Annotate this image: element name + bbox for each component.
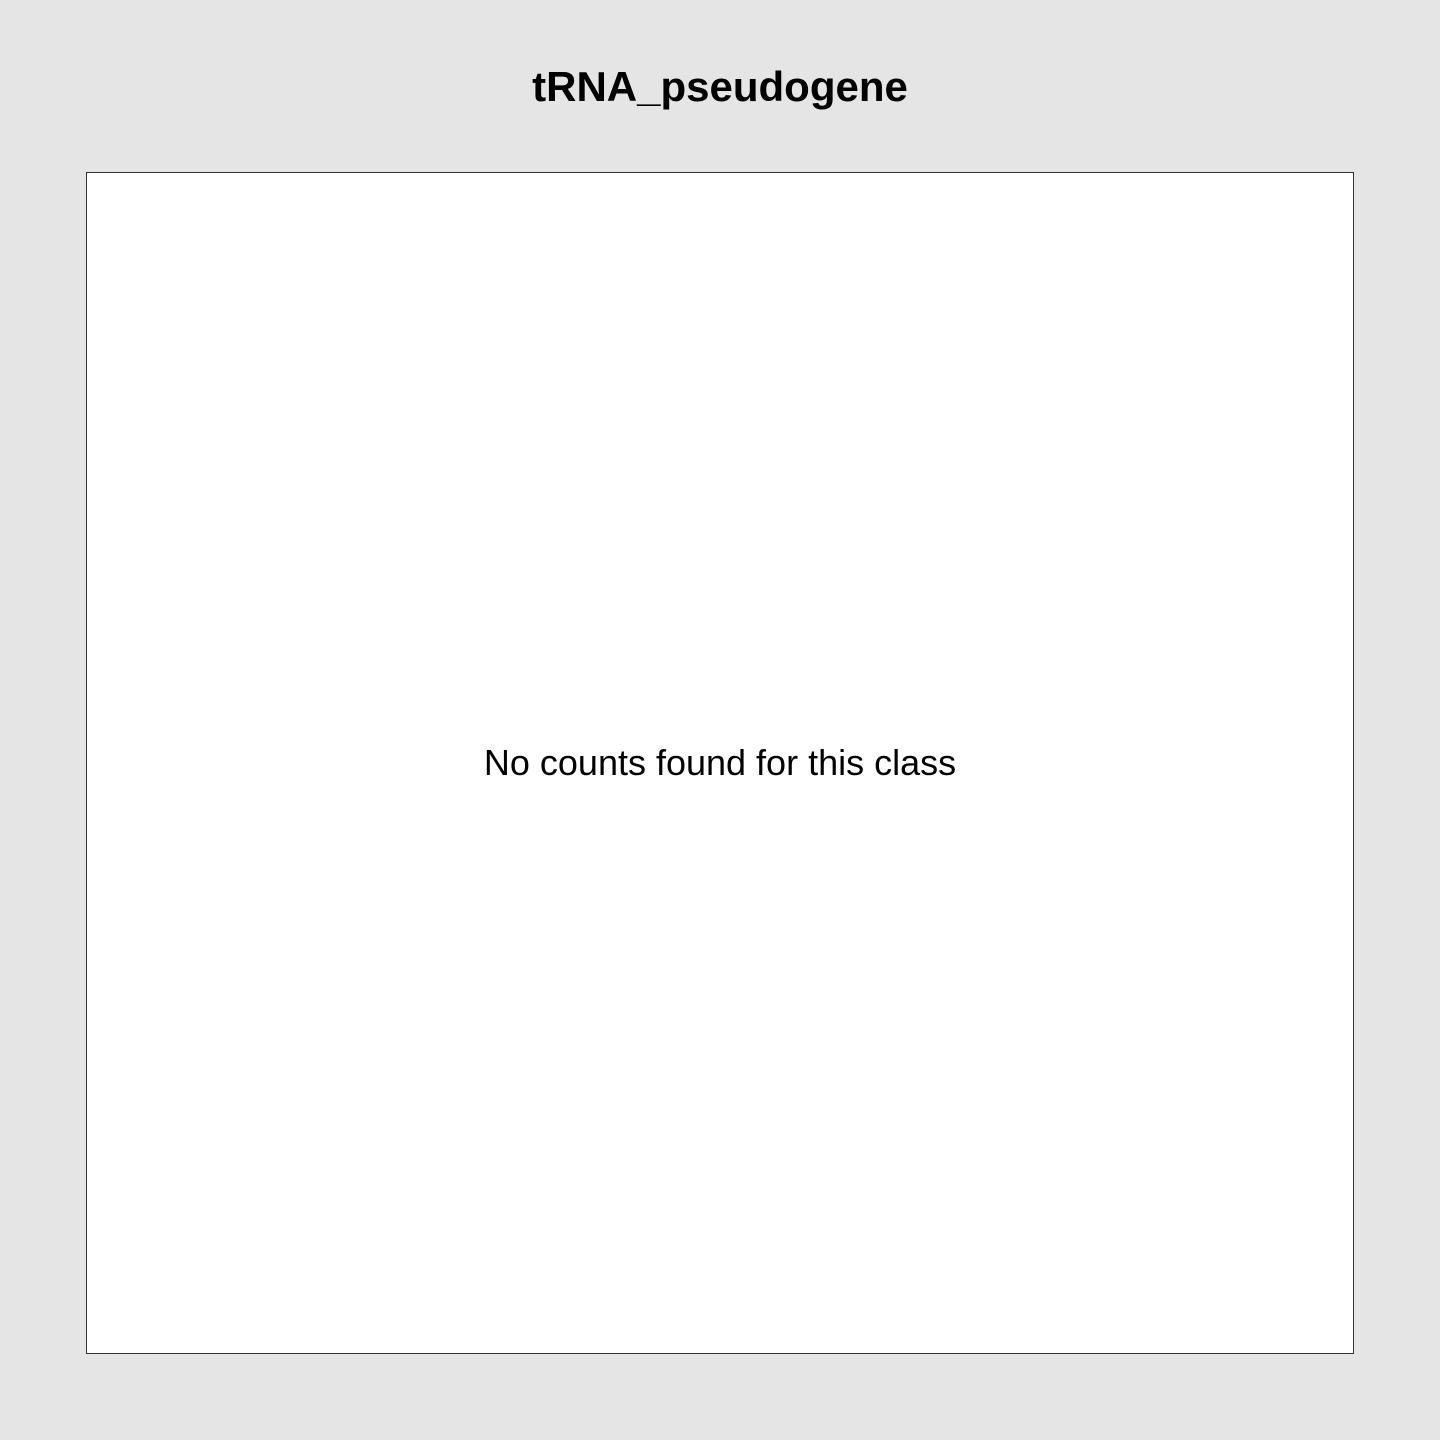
empty-data-message: No counts found for this class	[483, 742, 957, 783]
chart-title: tRNA_pseudogene	[532, 63, 908, 110]
plot-panel: No counts found for this class	[86, 172, 1354, 1354]
